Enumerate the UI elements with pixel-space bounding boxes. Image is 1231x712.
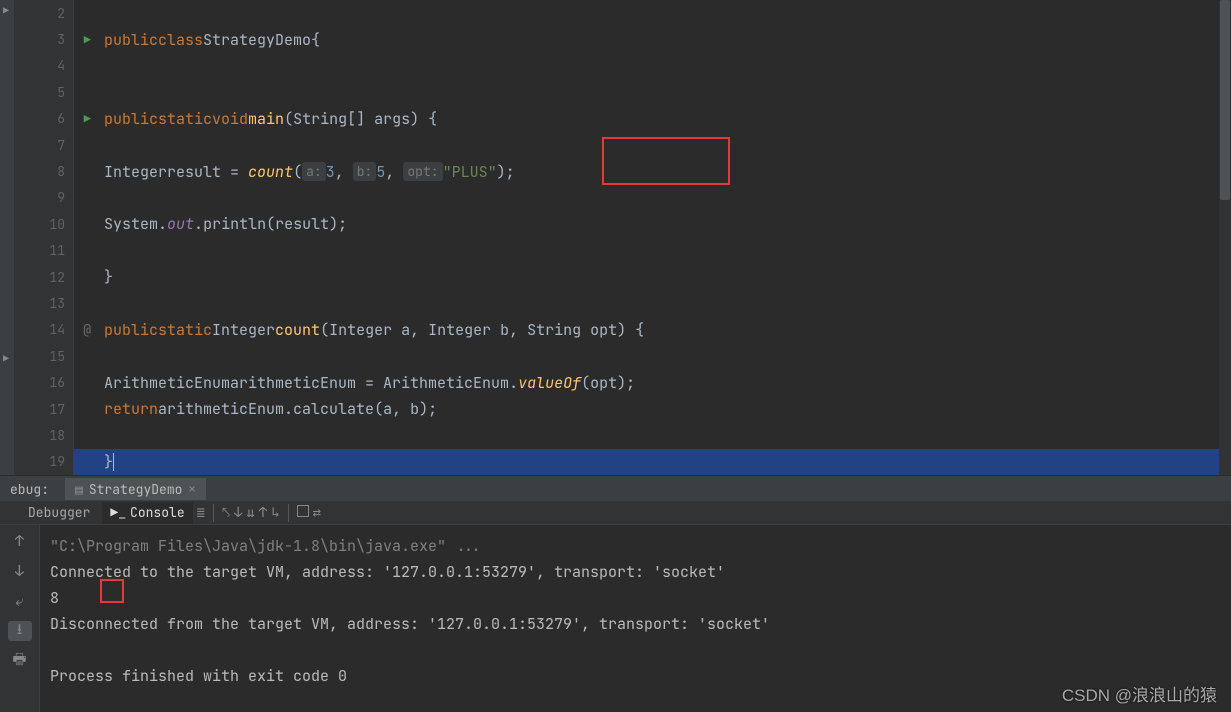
console-output[interactable]: "C:\Program Files\Java\jdk-1.8\bin\java.…	[40, 525, 1231, 712]
line-number[interactable]: 16	[14, 369, 73, 395]
separator	[288, 504, 289, 522]
app-icon: ▤	[75, 481, 83, 498]
separator	[213, 504, 214, 522]
print-icon[interactable]: 🖶	[8, 651, 32, 671]
line-number[interactable]: 12	[14, 264, 73, 290]
soft-wrap-icon[interactable]: ⤶	[8, 591, 32, 611]
force-step-into-icon[interactable]: ⇊	[246, 504, 254, 522]
code-line: }	[104, 264, 1231, 290]
annotation-box	[602, 137, 730, 185]
scrollbar-thumb[interactable]	[1220, 0, 1230, 200]
debug-session-tab[interactable]: ▤ StrategyDemo ✕	[65, 478, 206, 500]
console-icon: ▶_	[110, 504, 126, 521]
code-editor[interactable]: 2 3▶ 4 5 6▶ 7 8 9 10 11 12 13 14@ 15 16 …	[14, 0, 1231, 475]
editor-edge-strip: ▶ ▶	[0, 0, 14, 475]
debug-label: ebug:	[0, 481, 59, 498]
line-number[interactable]: 15	[14, 343, 73, 369]
tab-debugger[interactable]: Debugger	[20, 502, 98, 524]
code-line	[104, 290, 1231, 316]
tab-console[interactable]: ▶_Console	[102, 502, 192, 524]
code-line	[104, 185, 1231, 211]
debug-sub-bar: Debugger ▶_Console ≣ ⤣ ↓ ⇊ ↑ ↳ ⇄	[0, 501, 1231, 525]
caret-icon	[113, 453, 114, 471]
drop-frame-icon[interactable]: ↳	[271, 504, 279, 522]
debug-panel: ebug: ▤ StrategyDemo ✕ Debugger ▶_Consol…	[0, 476, 1231, 712]
editor-scrollbar[interactable]	[1219, 0, 1231, 475]
marker-icon: ▶	[3, 4, 9, 17]
line-number[interactable]: 5	[14, 79, 73, 105]
console-line: Disconnected from the target VM, address…	[50, 611, 1221, 637]
line-number[interactable]: 10	[14, 211, 73, 237]
line-number[interactable]: 13	[14, 290, 73, 316]
param-hint: b:	[353, 162, 377, 181]
code-line	[104, 422, 1231, 448]
code-line: ArithmeticEnum arithmeticEnum = Arithmet…	[104, 369, 1231, 395]
console-line: "C:\Program Files\Java\jdk-1.8\bin\java.…	[50, 533, 1221, 559]
down-icon[interactable]: ↓	[8, 561, 32, 581]
code-line: public static Integer count(Integer a, I…	[104, 317, 1231, 343]
evaluate-icon[interactable]	[297, 504, 309, 522]
console-body: ↑ ↓ ⤶ ⭳ 🖶 "C:\Program Files\Java\jdk-1.8…	[0, 525, 1231, 712]
line-number[interactable]: 17	[14, 396, 73, 422]
close-icon[interactable]: ✕	[188, 481, 195, 497]
console-line: 8	[50, 585, 1221, 611]
code-line: public class StrategyDemo {	[104, 26, 1231, 52]
tab-label: StrategyDemo	[89, 481, 183, 498]
step-over-icon[interactable]: ⤣	[222, 504, 230, 522]
line-number[interactable]: 14@	[14, 317, 73, 343]
code-line	[104, 0, 1231, 26]
trace-icon[interactable]: ⇄	[313, 504, 321, 522]
code-line	[104, 53, 1231, 79]
marker-icon: ▶	[3, 352, 9, 365]
console-line: Process finished with exit code 0	[50, 663, 1221, 689]
code-line: return arithmeticEnum.calculate(a, b);	[104, 396, 1231, 422]
code-line	[104, 238, 1231, 264]
step-into-icon[interactable]: ↓	[234, 504, 242, 522]
param-hint: a:	[302, 162, 326, 181]
line-number[interactable]: 3▶	[14, 26, 73, 52]
line-number[interactable]: 18	[14, 422, 73, 448]
console-toolbar: ↑ ↓ ⤶ ⭳ 🖶	[0, 525, 40, 712]
line-number[interactable]: 11	[14, 238, 73, 264]
line-number[interactable]: 8	[14, 158, 73, 184]
threads-icon[interactable]: ≣	[197, 504, 205, 522]
code-line	[104, 343, 1231, 369]
line-number[interactable]: 7	[14, 132, 73, 158]
line-number[interactable]: 2	[14, 0, 73, 26]
code-line	[104, 79, 1231, 105]
console-line	[50, 637, 1221, 663]
up-icon[interactable]: ↑	[8, 531, 32, 551]
code-line: System.out.println(result);	[104, 211, 1231, 237]
line-number[interactable]: 19	[14, 449, 73, 475]
console-line: Connected to the target VM, address: '12…	[50, 559, 1221, 585]
code-line-active: }	[74, 449, 1231, 475]
scroll-to-end-icon[interactable]: ⭳	[8, 621, 32, 641]
line-number[interactable]: 6▶	[14, 106, 73, 132]
code-area[interactable]: public class StrategyDemo { public stati…	[74, 0, 1231, 475]
line-number[interactable]: 9	[14, 185, 73, 211]
param-hint: opt:	[403, 162, 442, 181]
gutter[interactable]: 2 3▶ 4 5 6▶ 7 8 9 10 11 12 13 14@ 15 16 …	[14, 0, 74, 475]
annotation-box	[100, 579, 124, 603]
step-out-icon[interactable]: ↑	[259, 504, 267, 522]
code-line: public static void main(String[] args) {	[104, 106, 1231, 132]
line-number[interactable]: 4	[14, 53, 73, 79]
debug-tab-bar: ebug: ▤ StrategyDemo ✕	[0, 477, 1231, 501]
